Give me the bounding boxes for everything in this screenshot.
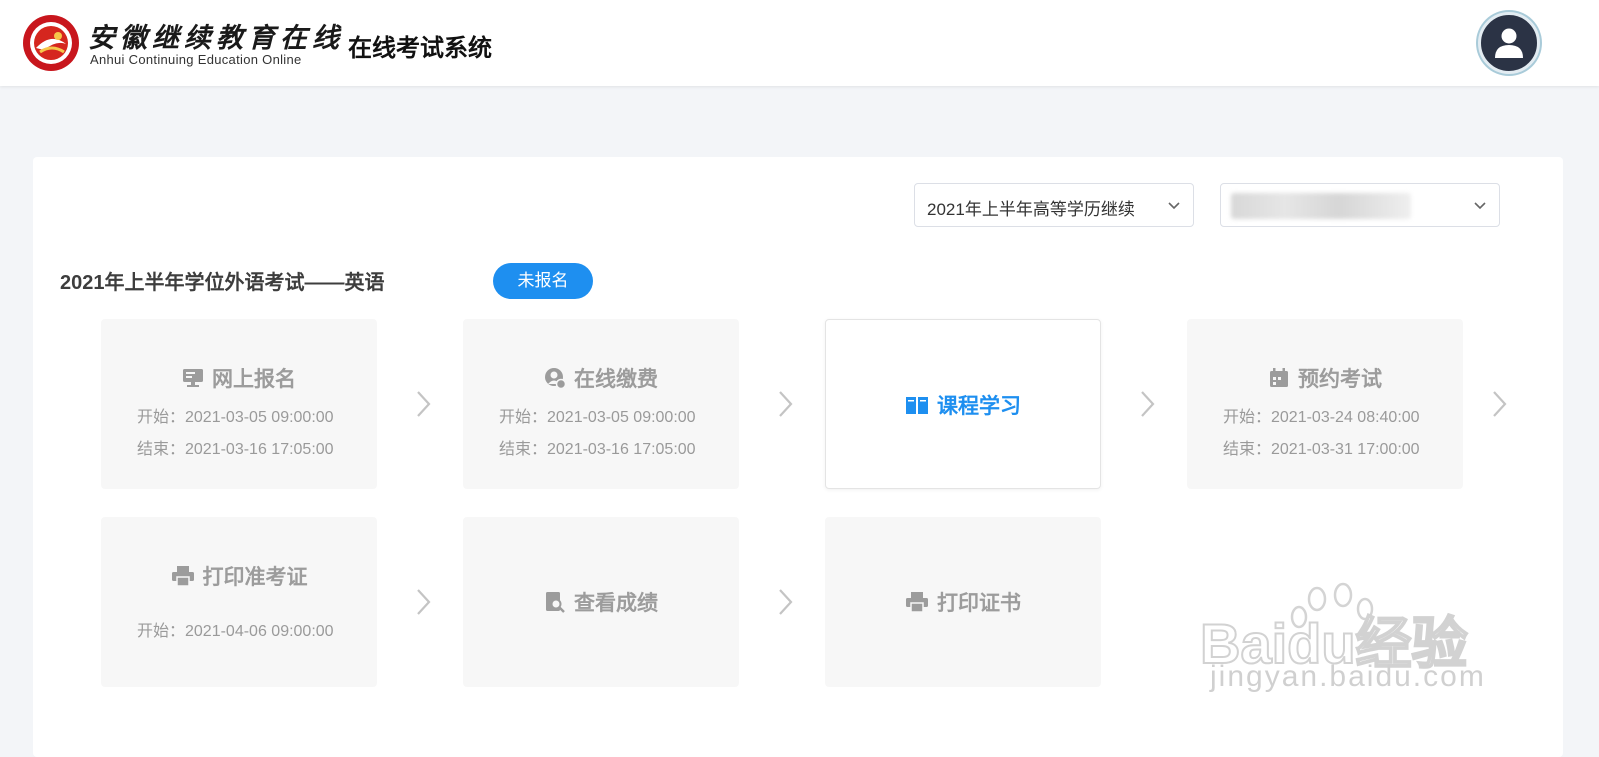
- chevron-right-icon: [415, 588, 431, 616]
- step-label: 课程学习: [937, 395, 1021, 418]
- logo-emblem-icon: [23, 15, 79, 71]
- user-coin-icon: [545, 368, 566, 389]
- step-title: 打印证书: [825, 587, 1101, 617]
- user-avatar[interactable]: [1478, 12, 1540, 74]
- logo-english-text: Anhui Continuing Education Online: [90, 52, 302, 67]
- step-end-time: 结束：2021-03-16 17:05:00: [499, 441, 696, 458]
- chevron-right-icon: [777, 390, 793, 418]
- chevron-down-icon: [1474, 202, 1486, 210]
- exam-title: 2021年上半年学位外语考试——英语: [60, 272, 385, 294]
- step-label: 在线缴费: [574, 368, 658, 391]
- user-icon: [1495, 28, 1523, 58]
- printer-icon: [171, 566, 194, 587]
- status-badge: 未报名: [493, 263, 593, 299]
- step-end-time: 结束：2021-03-31 17:00:00: [1223, 441, 1420, 458]
- step-view-scores[interactable]: 查看成绩: [463, 517, 739, 687]
- step-label: 打印准考证: [202, 566, 308, 589]
- top-header: 安徽继续教育在线 Anhui Continuing Education Onli…: [0, 0, 1599, 86]
- calendar-icon: [1270, 368, 1288, 387]
- step-title: 打印准考证: [101, 561, 377, 591]
- step-title: 查看成绩: [463, 587, 739, 617]
- watermark-url: jingyan.baidu.com: [1210, 660, 1486, 693]
- step-title: 网上报名: [101, 363, 377, 393]
- step-print-certificate[interactable]: 打印证书: [825, 517, 1101, 687]
- step-online-registration[interactable]: 网上报名 开始：2021-03-05 09:00:00 结束：2021-03-1…: [101, 319, 377, 489]
- step-start-time: 开始：2021-03-24 08:40:00: [1223, 409, 1420, 426]
- chevron-right-icon: [1491, 390, 1507, 418]
- step-print-admission-ticket[interactable]: 打印准考证 开始：2021-04-06 09:00:00: [101, 517, 377, 687]
- chevron-down-icon: [1168, 202, 1180, 210]
- blurred-value: [1231, 193, 1411, 219]
- step-end-time: 结束：2021-03-16 17:05:00: [137, 441, 334, 458]
- site-logo[interactable]: 安徽继续教育在线 Anhui Continuing Education Onli…: [22, 14, 339, 72]
- step-online-payment[interactable]: 在线缴费 开始：2021-03-05 09:00:00 结束：2021-03-1…: [463, 319, 739, 489]
- step-title: 课程学习: [826, 390, 1100, 420]
- chevron-right-icon: [415, 390, 431, 418]
- step-label: 预约考试: [1298, 368, 1382, 391]
- document-search-icon: [546, 592, 565, 613]
- step-start-time: 开始：2021-04-06 09:00:00: [137, 623, 334, 640]
- logo-chinese-text: 安徽继续教育在线: [88, 23, 344, 54]
- printer-icon: [906, 592, 928, 613]
- term-select-value: 2021年上半年高等学历继续: [927, 200, 1135, 219]
- step-start-time: 开始：2021-03-05 09:00:00: [137, 409, 334, 426]
- term-select[interactable]: 2021年上半年高等学历继续: [914, 183, 1194, 227]
- step-label: 打印证书: [937, 592, 1021, 615]
- book-icon: [906, 397, 928, 414]
- app-title: 在线考试系统: [348, 35, 492, 62]
- step-start-time: 开始：2021-03-05 09:00:00: [499, 409, 696, 426]
- chevron-right-icon: [1139, 390, 1155, 418]
- step-label: 查看成绩: [574, 592, 658, 615]
- monitor-icon: [183, 369, 203, 387]
- chevron-right-icon: [777, 588, 793, 616]
- step-course-study[interactable]: 课程学习: [825, 319, 1101, 489]
- step-book-exam[interactable]: 预约考试 开始：2021-03-24 08:40:00 结束：2021-03-3…: [1187, 319, 1463, 489]
- step-title: 在线缴费: [463, 363, 739, 393]
- step-label: 网上报名: [212, 368, 296, 391]
- step-title: 预约考试: [1187, 363, 1463, 393]
- student-select[interactable]: [1220, 183, 1500, 227]
